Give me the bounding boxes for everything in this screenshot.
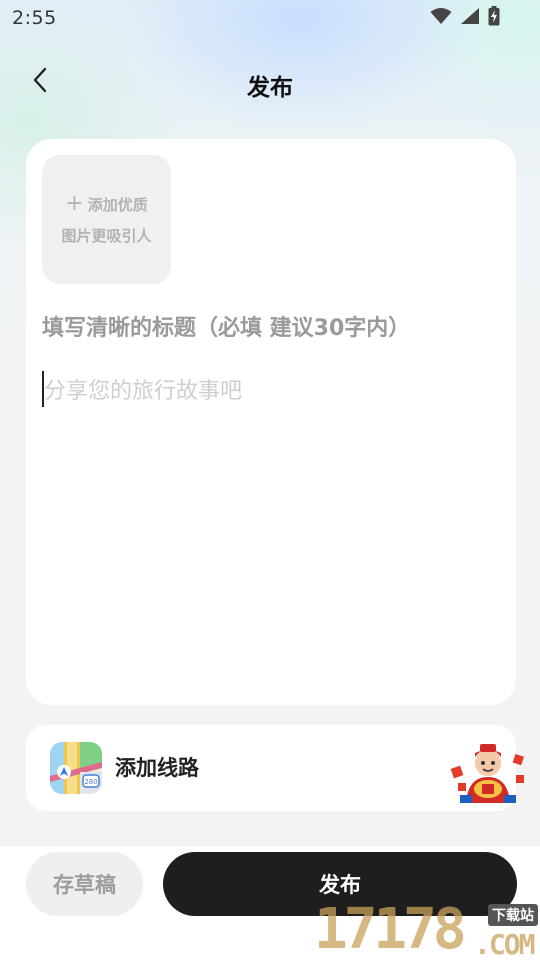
editor-card: + 添加优质 图片更吸引人 填写清晰的标题（必填 建议30字内） 分享您的旅行故… — [26, 139, 516, 705]
add-route-label: 添加线路 — [115, 756, 199, 780]
map-route-icon: 280 — [50, 742, 102, 794]
mascot-sticker-icon — [450, 744, 524, 803]
status-bar: 2:55 — [0, 0, 540, 36]
title-input[interactable]: 填写清晰的标题（必填 建议30字内） — [42, 307, 502, 345]
add-route-card[interactable]: 280 添加线路 — [26, 725, 524, 811]
status-icons — [430, 6, 500, 30]
status-time: 2:55 — [12, 7, 57, 29]
battery-charging-icon — [488, 6, 500, 30]
add-image-label-line1: + 添加优质 — [65, 191, 148, 216]
add-image-button[interactable]: + 添加优质 图片更吸引人 — [42, 155, 171, 284]
navigation-bar: 发布 — [0, 56, 540, 112]
content-placeholder: 分享您的旅行故事吧 — [44, 379, 243, 404]
add-image-text-2: 图片更吸引人 — [61, 226, 152, 245]
svg-text:280: 280 — [84, 778, 97, 786]
wifi-icon — [430, 7, 452, 29]
cellular-signal-icon — [460, 7, 480, 29]
save-draft-button[interactable]: 存草稿 — [26, 852, 143, 916]
bottom-action-bar: 存草稿 发布 — [0, 846, 540, 960]
plus-icon: + — [65, 191, 84, 216]
add-image-text-1: 添加优质 — [87, 195, 148, 214]
page-title: 发布 — [247, 75, 293, 101]
publish-button[interactable]: 发布 — [163, 852, 517, 916]
content-input[interactable]: 分享您的旅行故事吧 — [42, 367, 502, 411]
